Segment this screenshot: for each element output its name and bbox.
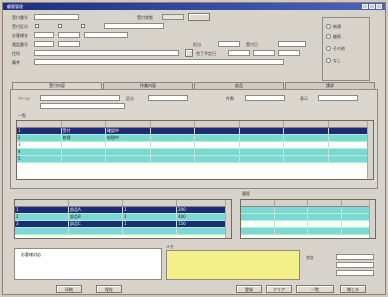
date-picker-button[interactable] [185,49,193,57]
label-phone: 電話番号 [12,42,28,47]
label-date: 受付日 [246,42,258,47]
option-radio-2[interactable] [326,34,331,39]
staff-field[interactable] [218,41,240,47]
customer-code-field[interactable] [34,32,54,38]
list-item[interactable] [15,228,231,235]
parts-grid-scrollbar[interactable] [225,200,231,238]
filter-page-field[interactable] [40,95,120,101]
summary-field-1[interactable] [336,254,374,260]
table-row[interactable]: 4 [17,149,373,156]
close-dialog-button[interactable]: 閉じる [340,285,366,293]
filter-label-count: 件数 [226,96,234,101]
filter-count-field[interactable] [245,95,285,101]
label-notes: 備考 [12,60,20,65]
register-button[interactable]: 登録 [236,285,262,293]
minimize-button[interactable] [362,4,368,9]
filter-label-category: 区分 [126,96,134,101]
customer-name-field[interactable] [84,32,128,38]
filter-label-display: 表示 [300,96,308,101]
option-radio-4[interactable] [326,58,331,63]
summary-field-3[interactable] [336,270,374,276]
label-category: 受付区分 [12,24,28,29]
main-grid-title: 一覧 [18,113,26,118]
list-item[interactable] [241,207,375,214]
category-check-2[interactable] [58,24,62,28]
label-reception-no: 受付番号 [12,15,28,20]
tab-billing[interactable]: 請求 [285,82,375,89]
tab-parts[interactable]: 部品 [194,82,284,89]
summary-label: 合計 [306,255,314,260]
filter-label-page: ページ [18,96,30,101]
highlight-memo-area[interactable] [166,250,300,280]
close-button[interactable] [376,4,382,9]
table-row[interactable]: 5 [17,156,373,163]
filter-sub-field[interactable] [40,103,125,109]
option-label-4: なし [333,58,341,63]
memo-text: お客様対応 [21,252,41,257]
parts-grid-header [15,200,231,207]
phone-field-1[interactable] [34,41,54,47]
main-grid-header [17,121,373,128]
main-grid-scrollbar[interactable] [367,121,373,179]
main-grid[interactable]: 1 受付 確認中 2 修理 処理中 3 4 5 [16,120,374,180]
category-check-1[interactable] [35,24,39,28]
history-grid-title: 履歴 [242,191,250,196]
option-radio-3[interactable] [326,46,331,51]
option-label-3: その他 [333,46,345,51]
filter-display-field[interactable] [318,95,358,101]
summary-field-2[interactable] [336,262,374,268]
memo-area[interactable]: お客様対応 [14,248,162,280]
option-radio-1[interactable] [326,24,331,29]
list-item[interactable]: 3 部品C 1 150 [15,221,231,228]
window-title: 顧客管理 [7,4,23,9]
label-customer: お客様名 [12,33,28,38]
category-check-3[interactable] [81,24,85,28]
date-field[interactable] [278,41,306,47]
filter-category-field[interactable] [148,95,188,101]
label-address: 住所 [12,51,20,56]
list-button[interactable]: 一覧 [296,285,334,293]
history-grid-scrollbar[interactable] [369,200,375,238]
parts-grid[interactable]: 1 部品A 1 200 2 部品B 2 400 3 部品C 1 150 [14,199,232,239]
list-item[interactable]: 1 部品A 1 200 [15,207,231,214]
due-date-field-1[interactable] [228,50,250,56]
clear-button[interactable]: クリア [266,285,292,293]
label-due-date: 完了予定日 [196,51,216,56]
list-item[interactable] [241,214,375,221]
label-staff: 担当 [193,42,201,47]
tab-work[interactable]: 作業内容 [103,82,193,89]
maximize-button[interactable] [369,4,375,9]
list-item[interactable]: 2 部品B 2 400 [15,214,231,221]
tab-reception[interactable]: 受付内容 [12,82,102,89]
status-button[interactable] [188,13,210,21]
category-select[interactable] [104,23,164,29]
table-row[interactable]: 1 受付 確認中 [17,128,373,135]
status-field[interactable] [162,14,184,20]
history-grid[interactable] [240,199,376,239]
phone-field-2[interactable] [58,41,80,47]
list-item[interactable] [241,221,375,228]
option-label-2: 継続 [333,34,341,39]
table-row[interactable]: 3 [17,142,373,149]
title-bar: 顧客管理 [3,3,385,10]
notes-field[interactable] [34,59,284,65]
history-grid-header [241,200,375,207]
option-label-1: 新規 [333,24,341,29]
label-status: 受付状態 [137,15,153,20]
reception-no-field[interactable] [34,14,79,20]
customer-sub-field[interactable] [58,32,80,38]
list-item[interactable] [241,228,375,235]
table-row[interactable]: 2 修理 処理中 [17,135,373,142]
print-button[interactable]: 印刷 [56,285,82,293]
save-button[interactable]: 保存 [96,285,122,293]
due-date-field-2[interactable] [253,50,275,56]
address-field[interactable] [34,50,179,56]
due-date-field-3[interactable] [278,50,300,56]
